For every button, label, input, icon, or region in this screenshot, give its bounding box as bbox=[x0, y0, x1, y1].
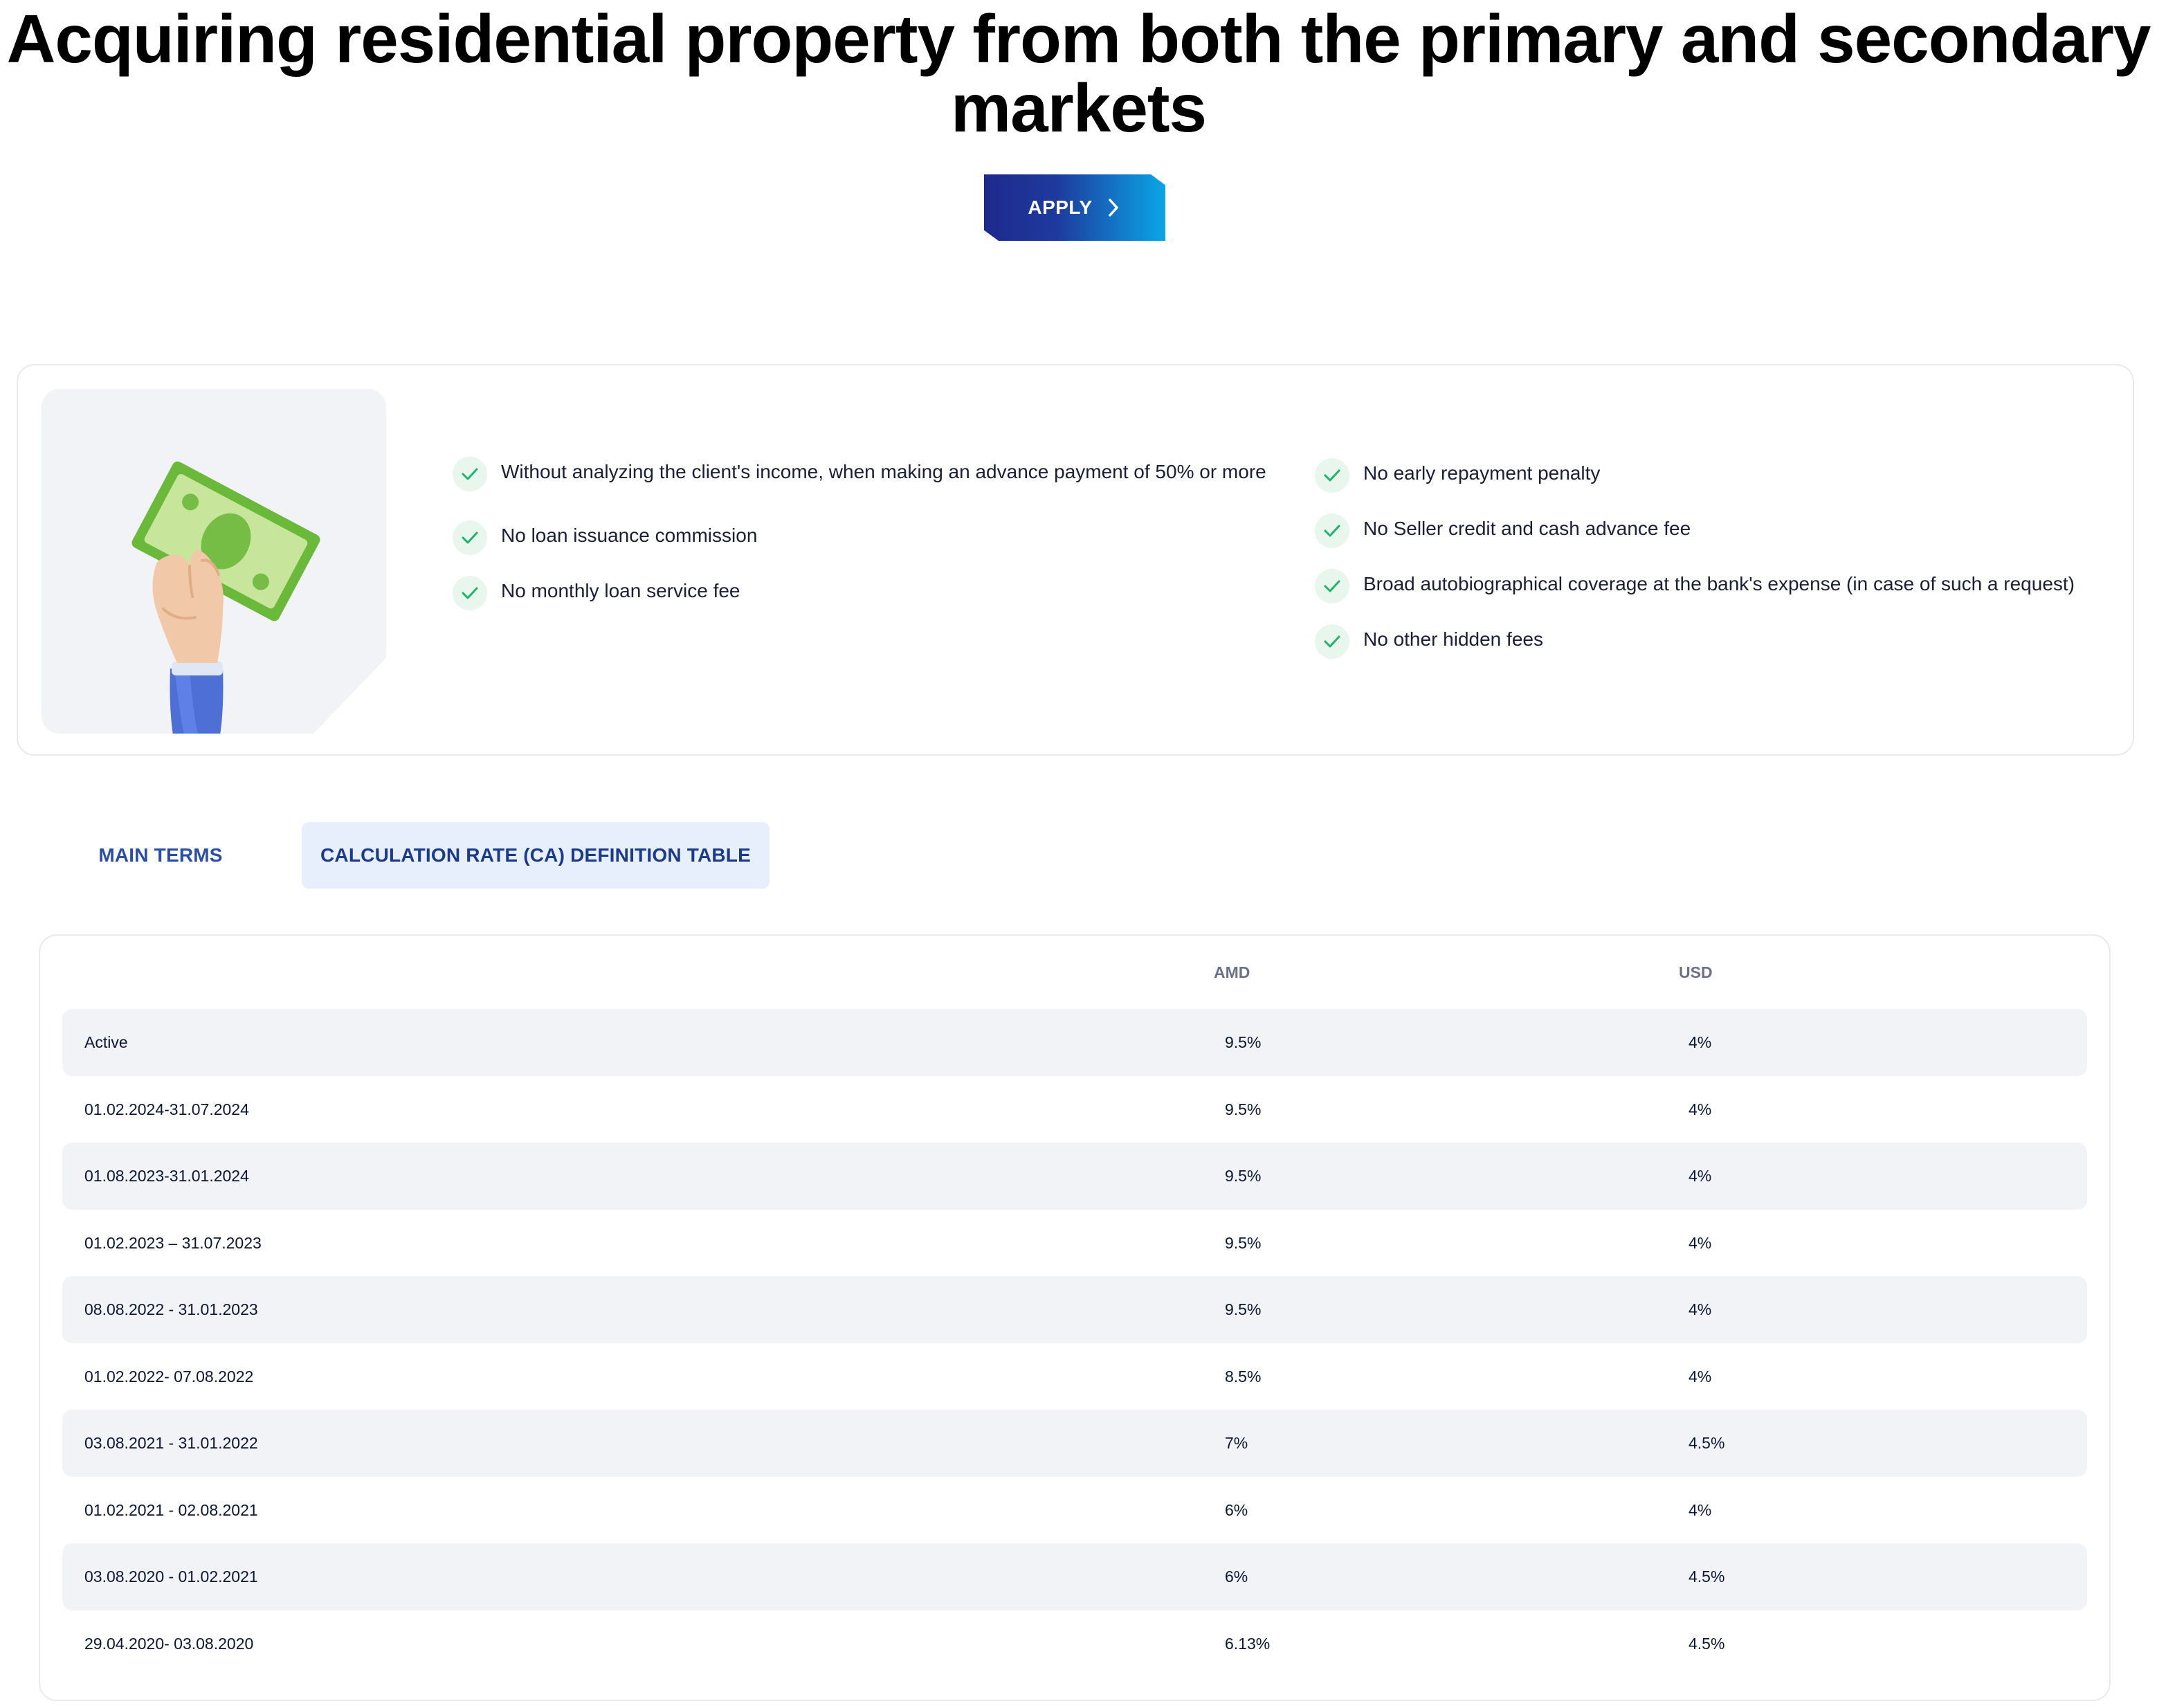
table-row: 01.02.2024-31.07.2024 9.5% 4% bbox=[62, 1076, 2087, 1143]
usd-rate-cell: 4% bbox=[1689, 1233, 1712, 1252]
table-row: Active 9.5% 4% bbox=[62, 1009, 2087, 1076]
table-row: 01.02.2023 – 31.07.2023 9.5% 4% bbox=[62, 1210, 2087, 1277]
table-row: 01.02.2022- 07.08.2022 8.5% 4% bbox=[62, 1343, 2087, 1410]
feature-text: No early repayment penalty bbox=[1363, 462, 1601, 484]
usd-rate-cell: 4.5% bbox=[1689, 1568, 1725, 1586]
page-title: Acquiring residential property from both… bbox=[6, 1, 2151, 146]
table-row: 03.08.2021 - 31.01.2022 7% 4.5% bbox=[62, 1410, 2087, 1477]
period-cell: 29.04.2020- 03.08.2020 bbox=[84, 1634, 254, 1653]
table-row: 08.08.2022 - 31.01.2023 9.5% 4% bbox=[62, 1276, 2087, 1343]
feature-text: No monthly loan service fee bbox=[501, 580, 740, 601]
table-body: Active 9.5% 4% 01.02.2024-31.07.2024 9.5… bbox=[62, 1009, 2087, 1677]
feature-text: No other hidden fees bbox=[1363, 628, 1543, 650]
features-card: Without analyzing the client's income, w… bbox=[17, 364, 2134, 756]
amd-rate-cell: 9.5% bbox=[1225, 1100, 1262, 1118]
period-cell: 01.02.2023 – 31.07.2023 bbox=[84, 1233, 262, 1252]
amd-rate-cell: 7% bbox=[1225, 1434, 1248, 1452]
period-cell: 01.02.2021 - 02.08.2021 bbox=[84, 1500, 258, 1519]
amd-rate-cell: 9.5% bbox=[1225, 1167, 1262, 1185]
table-row: 01.08.2023-31.01.2024 9.5% 4% bbox=[62, 1143, 2087, 1210]
feature-item: No other hidden fees bbox=[1315, 624, 2131, 681]
apply-button[interactable]: APPLY bbox=[984, 174, 1165, 241]
tab-calculation-rate-table[interactable]: CALCULATION RATE (CA) DEFINITION TABLE bbox=[302, 822, 770, 889]
check-icon bbox=[453, 457, 487, 491]
hand-holding-banknote-illustration bbox=[42, 389, 386, 734]
amd-rate-cell: 6% bbox=[1225, 1500, 1248, 1519]
features-list-left: Without analyzing the client's income, w… bbox=[453, 457, 1276, 633]
features-list-right: No early repayment penalty No Seller cre… bbox=[1315, 458, 2131, 681]
check-icon bbox=[1315, 514, 1349, 548]
period-cell: 01.02.2022- 07.08.2022 bbox=[84, 1367, 254, 1386]
check-icon bbox=[453, 520, 487, 555]
feature-item: No loan issuance commission bbox=[453, 520, 1276, 577]
period-cell: 03.08.2021 - 31.01.2022 bbox=[84, 1434, 258, 1452]
usd-rate-cell: 4.5% bbox=[1689, 1434, 1725, 1452]
table-row: 01.02.2021 - 02.08.2021 6% 4% bbox=[62, 1477, 2087, 1544]
table-row: 29.04.2020- 03.08.2020 6.13% 4.5% bbox=[62, 1610, 2087, 1678]
period-cell: 03.08.2020 - 01.02.2021 bbox=[84, 1568, 258, 1586]
check-icon bbox=[1315, 458, 1349, 493]
table-header: AMD USD bbox=[40, 963, 2109, 991]
usd-rate-cell: 4% bbox=[1689, 1500, 1712, 1519]
tab-main-terms[interactable]: MAIN TERMS bbox=[76, 822, 245, 889]
check-icon bbox=[453, 576, 487, 610]
feature-item: No monthly loan service fee bbox=[453, 576, 1276, 633]
amd-rate-cell: 6.13% bbox=[1225, 1634, 1271, 1653]
check-icon bbox=[1315, 569, 1349, 603]
usd-rate-cell: 4% bbox=[1689, 1033, 1712, 1051]
check-icon bbox=[1315, 624, 1349, 659]
amd-rate-cell: 6% bbox=[1225, 1568, 1248, 1586]
rate-table: AMD USD Active 9.5% 4% 01.02.2024-31.07.… bbox=[39, 934, 2111, 1701]
feature-text: No Seller credit and cash advance fee bbox=[1363, 518, 1691, 539]
feature-text: No loan issuance commission bbox=[501, 525, 758, 546]
period-cell: Active bbox=[84, 1033, 128, 1051]
feature-item: No Seller credit and cash advance fee bbox=[1315, 514, 2131, 570]
chevron-right-icon bbox=[1108, 199, 1118, 217]
amd-rate-cell: 8.5% bbox=[1225, 1367, 1262, 1386]
usd-rate-cell: 4% bbox=[1689, 1167, 1712, 1185]
column-header-usd: USD bbox=[1679, 963, 1713, 981]
usd-rate-cell: 4% bbox=[1689, 1367, 1712, 1386]
usd-rate-cell: 4% bbox=[1689, 1100, 1712, 1118]
usd-rate-cell: 4% bbox=[1689, 1300, 1712, 1318]
usd-rate-cell: 4.5% bbox=[1689, 1634, 1725, 1653]
feature-text: Without analyzing the client's income, w… bbox=[501, 461, 1266, 482]
period-cell: 01.02.2024-31.07.2024 bbox=[84, 1100, 249, 1118]
feature-item: Without analyzing the client's income, w… bbox=[453, 457, 1276, 522]
amd-rate-cell: 9.5% bbox=[1225, 1300, 1262, 1318]
table-row: 03.08.2020 - 01.02.2021 6% 4.5% bbox=[62, 1543, 2087, 1610]
tabs: MAIN TERMS CALCULATION RATE (CA) DEFINIT… bbox=[76, 822, 770, 889]
feature-text: Broad autobiographical coverage at the b… bbox=[1363, 573, 2075, 594]
period-cell: 08.08.2022 - 31.01.2023 bbox=[84, 1300, 258, 1318]
amd-rate-cell: 9.5% bbox=[1225, 1033, 1262, 1051]
amd-rate-cell: 9.5% bbox=[1225, 1233, 1262, 1252]
feature-item: Broad autobiographical coverage at the b… bbox=[1315, 569, 2131, 626]
apply-button-label: APPLY bbox=[1028, 197, 1093, 218]
column-header-amd: AMD bbox=[1214, 963, 1250, 981]
period-cell: 01.08.2023-31.01.2024 bbox=[84, 1167, 249, 1185]
feature-item: No early repayment penalty bbox=[1315, 458, 2131, 515]
